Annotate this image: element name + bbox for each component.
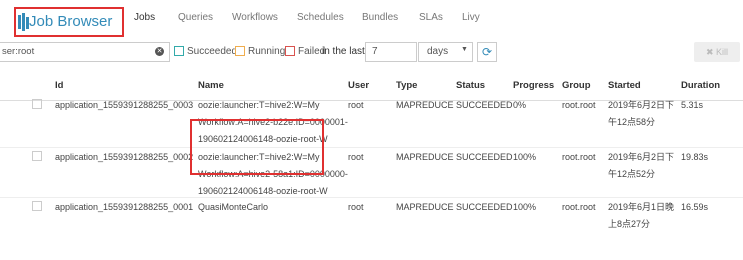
in-the-last-label: in the last (322, 46, 365, 57)
job-duration: 19.83s (681, 152, 709, 162)
days-unit-select[interactable]: days ▼ (418, 42, 473, 62)
succeeded-label: Succeeded (187, 46, 238, 57)
days-count-input[interactable]: 7 (365, 42, 417, 62)
app-brand[interactable]: Job Browser (14, 7, 124, 37)
job-name-line[interactable]: QuasiMonteCarlo (198, 198, 268, 216)
tab-workflows[interactable]: Workflows (232, 12, 278, 23)
job-progress: 0% (513, 100, 527, 110)
job-user: root (348, 100, 364, 110)
col-header-type[interactable]: Type (396, 80, 417, 91)
row-checkbox[interactable] (32, 201, 42, 211)
tab-bundles[interactable]: Bundles (362, 12, 398, 23)
col-header-status[interactable]: Status (456, 80, 485, 91)
filter-bar: ser:root ✕ Succeeded Running Failed in t… (0, 40, 743, 66)
tab-queries[interactable]: Queries (178, 12, 213, 23)
job-started-line: 2019年6月1日晚 (608, 202, 675, 212)
col-header-name[interactable]: Name (198, 80, 224, 91)
kill-button[interactable]: ✖ Kill (694, 42, 740, 62)
col-header-id[interactable]: Id (55, 80, 63, 91)
job-id[interactable]: application_1559391288255_0003 (55, 96, 193, 114)
job-started-line: 午12点58分 (608, 117, 656, 127)
highlight-box (190, 119, 324, 175)
job-name-line[interactable]: oozie:launcher:T=hive2:W=My (198, 96, 320, 114)
job-duration: 5.31s (681, 100, 704, 110)
job-progress: 100% (513, 152, 537, 162)
failed-checkbox[interactable] (285, 46, 295, 56)
succeeded-checkbox[interactable] (174, 46, 184, 56)
col-header-progress[interactable]: Progress (513, 80, 554, 91)
running-checkbox[interactable] (235, 46, 245, 56)
user-filter-value: ser:root (2, 46, 35, 57)
col-header-started[interactable]: Started (608, 80, 641, 91)
col-header-group[interactable]: Group (562, 80, 591, 91)
refresh-button[interactable]: ⟳ (477, 42, 497, 62)
job-progress: 100% (513, 202, 537, 212)
job-group: root.root (562, 100, 596, 110)
job-status: SUCCEEDED (456, 202, 513, 212)
job-status: SUCCEEDED (456, 152, 513, 162)
refresh-icon: ⟳ (481, 45, 493, 59)
col-header-duration[interactable]: Duration (681, 80, 720, 91)
tab-schedules[interactable]: Schedules (297, 12, 344, 23)
tab-jobs[interactable]: Jobs (134, 12, 155, 23)
job-started-line: 上8点27分 (608, 219, 651, 229)
job-duration: 16.59s (681, 202, 709, 212)
clear-icon[interactable]: ✕ (155, 47, 164, 56)
row-checkbox[interactable] (32, 151, 42, 161)
job-user: root (348, 202, 364, 212)
app-title: Job Browser (29, 13, 113, 30)
job-id[interactable]: application_1559391288255_0002 (55, 148, 193, 166)
top-nav: Job Browser Jobs Queries Workflows Sched… (0, 0, 743, 38)
job-type: MAPREDUCE (396, 202, 454, 212)
job-type: MAPREDUCE (396, 152, 454, 162)
job-started-line: 午12点52分 (608, 169, 656, 179)
tab-slas[interactable]: SLAs (419, 12, 443, 23)
job-started-line: 2019年6月2日下 (608, 152, 675, 162)
job-user: root (348, 152, 364, 162)
days-unit-value: days (427, 46, 449, 57)
job-started-line: 2019年6月2日下 (608, 100, 675, 110)
tab-livy[interactable]: Livy (462, 12, 480, 23)
job-status: SUCCEEDED (456, 100, 513, 110)
col-header-user[interactable]: User (348, 80, 369, 91)
running-label: Running (248, 46, 286, 57)
job-group: root.root (562, 202, 596, 212)
job-id[interactable]: application_1559391288255_0001 (55, 198, 193, 216)
chevron-down-icon: ▼ (461, 46, 468, 53)
job-group: root.root (562, 152, 596, 162)
row-checkbox[interactable] (32, 99, 42, 109)
job-type: MAPREDUCE (396, 100, 454, 110)
user-filter-input[interactable]: ser:root ✕ (0, 42, 170, 62)
